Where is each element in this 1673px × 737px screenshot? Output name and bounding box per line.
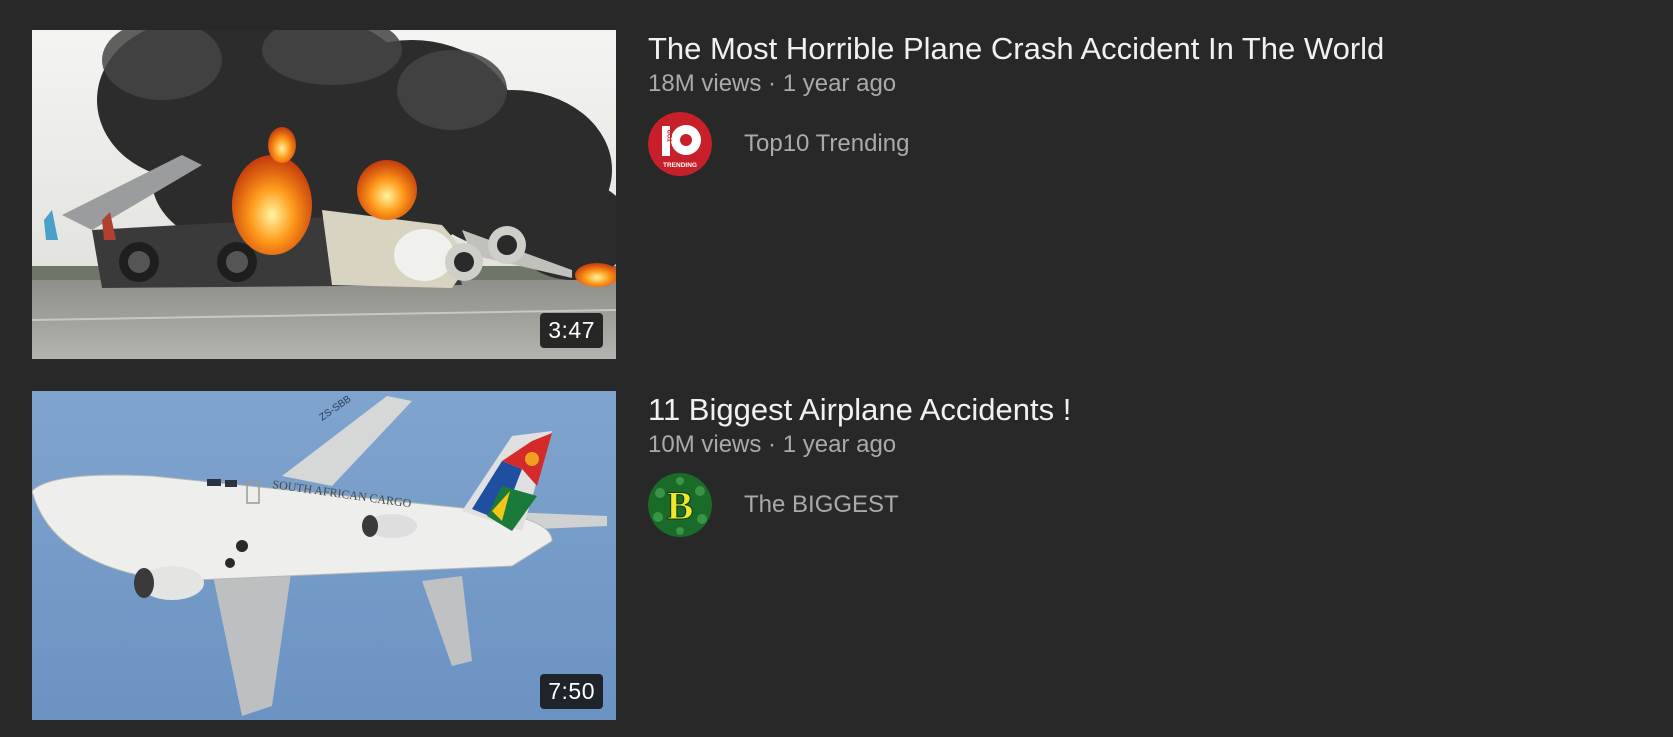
- avatar-letter: B: [667, 483, 694, 528]
- channel-link[interactable]: B The BIGGEST: [648, 473, 1632, 537]
- video-details: The Most Horrible Plane Crash Accident I…: [648, 30, 1632, 359]
- video-duration-badge: 3:47: [540, 313, 603, 348]
- the-biggest-logo-icon: B: [648, 473, 712, 537]
- channel-avatar[interactable]: TOP TRENDING: [648, 112, 712, 176]
- video-details: 11 Biggest Airplane Accidents ! 10M view…: [648, 391, 1632, 720]
- avatar-text-top: TOP: [668, 130, 674, 142]
- channel-name[interactable]: Top10 Trending: [744, 130, 909, 158]
- video-list-item[interactable]: 3:47 The Most Horrible Plane Crash Accid…: [32, 30, 1632, 359]
- video-title[interactable]: 11 Biggest Airplane Accidents !: [648, 391, 1632, 429]
- avatar-text-bottom: TRENDING: [663, 162, 697, 169]
- video-stats: 10M views · 1 year ago: [648, 429, 1632, 461]
- video-stats: 18M views · 1 year ago: [648, 68, 1632, 100]
- video-duration-badge: 7:50: [540, 674, 603, 709]
- view-count: 18M views: [648, 70, 762, 97]
- channel-link[interactable]: TOP TRENDING Top10 Trending: [648, 112, 1632, 176]
- video-list-item[interactable]: SOUTH AFRICAN CARGO ZS-SBB 7:50 11 Bigge…: [32, 391, 1632, 720]
- cargo-jet-thumbnail-image: SOUTH AFRICAN CARGO ZS-SBB: [32, 391, 616, 720]
- upload-age: 1 year ago: [782, 431, 897, 458]
- video-thumbnail[interactable]: SOUTH AFRICAN CARGO ZS-SBB 7:50: [32, 391, 616, 720]
- video-title[interactable]: The Most Horrible Plane Crash Accident I…: [648, 30, 1632, 68]
- video-thumbnail[interactable]: 3:47: [32, 30, 616, 359]
- stats-separator: ·: [768, 431, 777, 458]
- upload-age: 1 year ago: [782, 70, 897, 97]
- top10-trending-logo-icon: TOP TRENDING: [648, 112, 712, 176]
- view-count: 10M views: [648, 431, 762, 458]
- channel-name[interactable]: The BIGGEST: [744, 491, 899, 519]
- channel-avatar[interactable]: B: [648, 473, 712, 537]
- stats-separator: ·: [768, 70, 777, 97]
- burning-plane-thumbnail-image: [32, 30, 616, 359]
